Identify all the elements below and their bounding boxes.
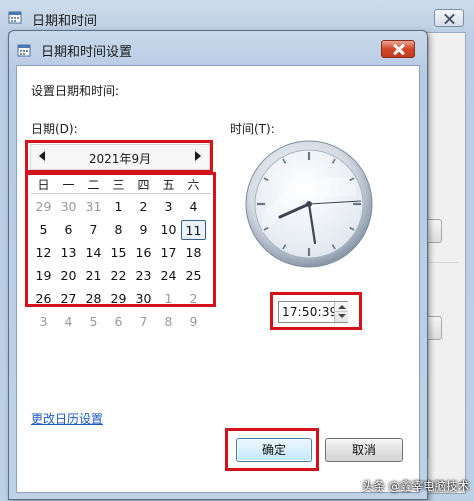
- dialog-title: 日期和时间设置: [41, 45, 133, 60]
- calendar-day[interactable]: 6: [106, 312, 131, 332]
- calendar-week-row: 3456789: [31, 312, 211, 332]
- annotation-box-ok: [225, 428, 319, 471]
- annotation-box-month: [25, 140, 213, 173]
- change-calendar-settings-link[interactable]: 更改日历设置: [31, 410, 103, 427]
- date-label: 日期(D):: [31, 122, 78, 136]
- outer-window-title: 日期和时间: [32, 14, 98, 29]
- annotation-box-time: [270, 292, 362, 330]
- calendar-clock-icon: [8, 11, 22, 24]
- calendar-day[interactable]: 5: [81, 312, 106, 332]
- outer-close-button[interactable]: [434, 9, 464, 27]
- outer-hidden-button[interactable]: [426, 316, 442, 340]
- calendar-day[interactable]: 8: [156, 312, 181, 332]
- divider: [428, 38, 429, 458]
- calendar-day[interactable]: 4: [56, 312, 81, 332]
- cancel-button[interactable]: 取消: [325, 438, 403, 462]
- outer-hidden-button[interactable]: [426, 219, 442, 243]
- annotation-box-calendar: [25, 172, 216, 307]
- watermark: 头条 @鑫宰电脑技术: [362, 479, 470, 493]
- calendar-clock-icon: [17, 44, 31, 57]
- close-button[interactable]: [381, 40, 415, 58]
- outer-titlebar: 日期和时间: [0, 0, 474, 32]
- calendar-day[interactable]: 9: [181, 312, 206, 332]
- analog-clock: [245, 140, 373, 268]
- instruction-text: 设置日期和时间:: [31, 84, 120, 98]
- calendar-day[interactable]: 3: [31, 312, 56, 332]
- calendar-day[interactable]: 7: [131, 312, 156, 332]
- time-label: 时间(T):: [230, 122, 275, 136]
- divider: [428, 262, 458, 263]
